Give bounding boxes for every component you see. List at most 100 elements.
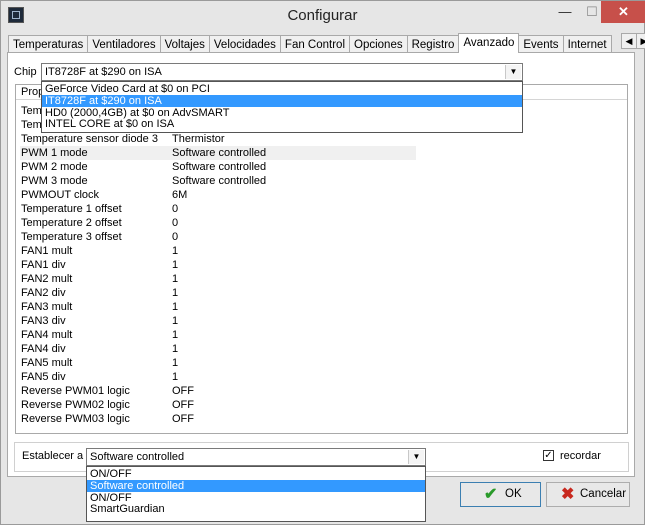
dropdown-option[interactable]: ON/OFF	[87, 468, 425, 480]
tab-registro[interactable]: Registro	[406, 35, 460, 53]
ok-label: OK	[505, 488, 522, 500]
property-name: FAN2 div	[21, 287, 66, 299]
tab-strip: Temperaturas Ventiladores Voltajes Velocida…	[8, 33, 612, 53]
tab-scroll-left-icon[interactable]: ◀	[621, 33, 637, 49]
title-bar: Configurar — ☐ ✕	[1, 1, 645, 31]
property-name: PWM 2 mode	[21, 161, 88, 173]
property-name: FAN4 mult	[21, 329, 73, 341]
dropdown-option[interactable]: SmartGuardian	[87, 503, 425, 515]
tab-temperaturas[interactable]: Temperaturas	[8, 35, 89, 53]
property-name: Temperature sensor diode 3	[21, 133, 158, 145]
property-value: 1	[172, 371, 179, 383]
establecer-select-value: Software controlled	[90, 451, 185, 463]
table-row[interactable]: Reverse PWM02 logic OFF	[20, 398, 416, 412]
properties-list[interactable]: Prop Tem Tem Temperature sensor diode 3 The…	[15, 84, 628, 434]
property-name: Temperature 2 offset	[21, 217, 122, 229]
chip-label: Chip	[14, 66, 37, 78]
table-row[interactable]: Temperature sensor diode 3 Thermistor	[20, 132, 416, 146]
property-value: 6M	[172, 189, 188, 201]
table-row[interactable]: PWM 1 mode Software controlled	[20, 146, 416, 160]
recordar-label: recordar	[560, 450, 601, 462]
table-row[interactable]: Temperature 2 offset 0	[20, 216, 416, 230]
property-value: 1	[172, 343, 179, 355]
property-value: 1	[172, 329, 179, 341]
table-row[interactable]: Reverse PWM03 logic OFF	[20, 412, 416, 426]
table-row[interactable]: FAN3 mult 1	[20, 300, 416, 314]
cross-icon: ✖	[561, 486, 575, 503]
tab-opciones[interactable]: Opciones	[349, 35, 408, 53]
table-row[interactable]: Temperature 3 offset 0	[20, 230, 416, 244]
property-value: Software controlled	[172, 147, 267, 159]
table-row[interactable]: FAN2 mult 1	[20, 272, 416, 286]
window-title: Configurar	[287, 7, 358, 24]
property-value: Thermistor	[172, 133, 225, 145]
property-value: 1	[172, 245, 179, 257]
property-value: 1	[172, 259, 179, 271]
close-button[interactable]: ✕	[601, 1, 645, 23]
property-value: Software controlled	[172, 175, 267, 187]
table-row[interactable]: Reverse PWM01 logic OFF	[20, 384, 416, 398]
chevron-down-icon[interactable]: ▼	[505, 65, 521, 79]
table-row[interactable]: PWM 2 mode Software controlled	[20, 160, 416, 174]
property-value: OFF	[172, 413, 194, 425]
table-row[interactable]: FAN2 div 1	[20, 286, 416, 300]
property-name: PWM 1 mode	[21, 147, 88, 159]
chip-select[interactable]: IT8728F at $290 on ISA ▼	[41, 63, 523, 81]
property-value: 0	[172, 231, 179, 243]
table-row[interactable]: FAN4 div 1	[20, 342, 416, 356]
tab-events[interactable]: Events	[518, 35, 564, 53]
dropdown-option[interactable]: ON/OFF	[87, 492, 425, 504]
checkmark-icon: ✔	[484, 486, 498, 503]
property-name: PWM 3 mode	[21, 175, 88, 187]
property-name: Tem	[21, 119, 42, 131]
tab-scroll-right-icon[interactable]: ▶	[636, 33, 645, 49]
minimize-button[interactable]: —	[551, 1, 579, 23]
table-row[interactable]: FAN1 div 1	[20, 258, 416, 272]
recordar-checkbox[interactable]: ✓	[543, 450, 554, 461]
property-value: OFF	[172, 385, 194, 397]
dropdown-option[interactable]: INTEL CORE at $0 on ISA	[42, 118, 522, 130]
property-value: Software controlled	[172, 161, 267, 173]
establecer-dropdown-list[interactable]: ON/OFF Software controlled ON/OFF SmartG…	[86, 466, 426, 522]
chip-select-value: IT8728F at $290 on ISA	[45, 66, 162, 78]
establecer-select[interactable]: Software controlled ▼	[86, 448, 426, 466]
property-name: FAN1 div	[21, 259, 66, 271]
property-value: 1	[172, 357, 179, 369]
table-row[interactable]: FAN1 mult 1	[20, 244, 416, 258]
table-row[interactable]: Temperature 1 offset 0	[20, 202, 416, 216]
property-name: Tem	[21, 105, 42, 117]
table-row[interactable]: FAN5 mult 1	[20, 356, 416, 370]
property-value: 1	[172, 287, 179, 299]
property-name: FAN5 div	[21, 371, 66, 383]
tab-velocidades[interactable]: Velocidades	[208, 35, 281, 53]
property-name: Reverse PWM03 logic	[21, 413, 130, 425]
property-name: Temperature 1 offset	[21, 203, 122, 215]
tab-avanzado[interactable]: Avanzado	[458, 33, 520, 53]
table-row[interactable]: PWMOUT clock 6M	[20, 188, 416, 202]
dropdown-option[interactable]: HD0 (2000,4GB) at $0 on AdvSMART	[42, 107, 522, 119]
dropdown-option-selected[interactable]: IT8728F at $290 on ISA	[42, 94, 522, 107]
tab-ventiladores[interactable]: Ventiladores	[87, 35, 161, 53]
chip-dropdown-list[interactable]: GeForce Video Card at $0 on PCI IT8728F …	[41, 81, 523, 133]
dropdown-option[interactable]: GeForce Video Card at $0 on PCI	[42, 83, 522, 95]
cancel-label: Cancelar	[580, 488, 627, 500]
property-value: 0	[172, 217, 179, 229]
property-value: OFF	[172, 399, 194, 411]
cancel-button[interactable]: ✖ Cancelar	[546, 482, 630, 507]
property-name: PWMOUT clock	[21, 189, 100, 201]
property-name: FAN1 mult	[21, 245, 73, 257]
property-name: FAN4 div	[21, 343, 66, 355]
property-value: 1	[172, 273, 179, 285]
table-row[interactable]: PWM 3 mode Software controlled	[20, 174, 416, 188]
table-row[interactable]: FAN4 mult 1	[20, 328, 416, 342]
chevron-down-icon[interactable]: ▼	[408, 450, 424, 464]
ok-button[interactable]: ✔ OK	[460, 482, 541, 507]
table-row[interactable]: FAN3 div 1	[20, 314, 416, 328]
dropdown-option-selected[interactable]: Software controlled	[87, 479, 425, 492]
tab-internet[interactable]: Internet	[562, 35, 612, 53]
tab-voltajes[interactable]: Voltajes	[159, 35, 210, 53]
tab-fan-control[interactable]: Fan Control	[279, 35, 351, 53]
establecer-label: Establecer a	[22, 450, 84, 462]
table-row[interactable]: FAN5 div 1	[20, 370, 416, 384]
property-name: FAN2 mult	[21, 273, 73, 285]
